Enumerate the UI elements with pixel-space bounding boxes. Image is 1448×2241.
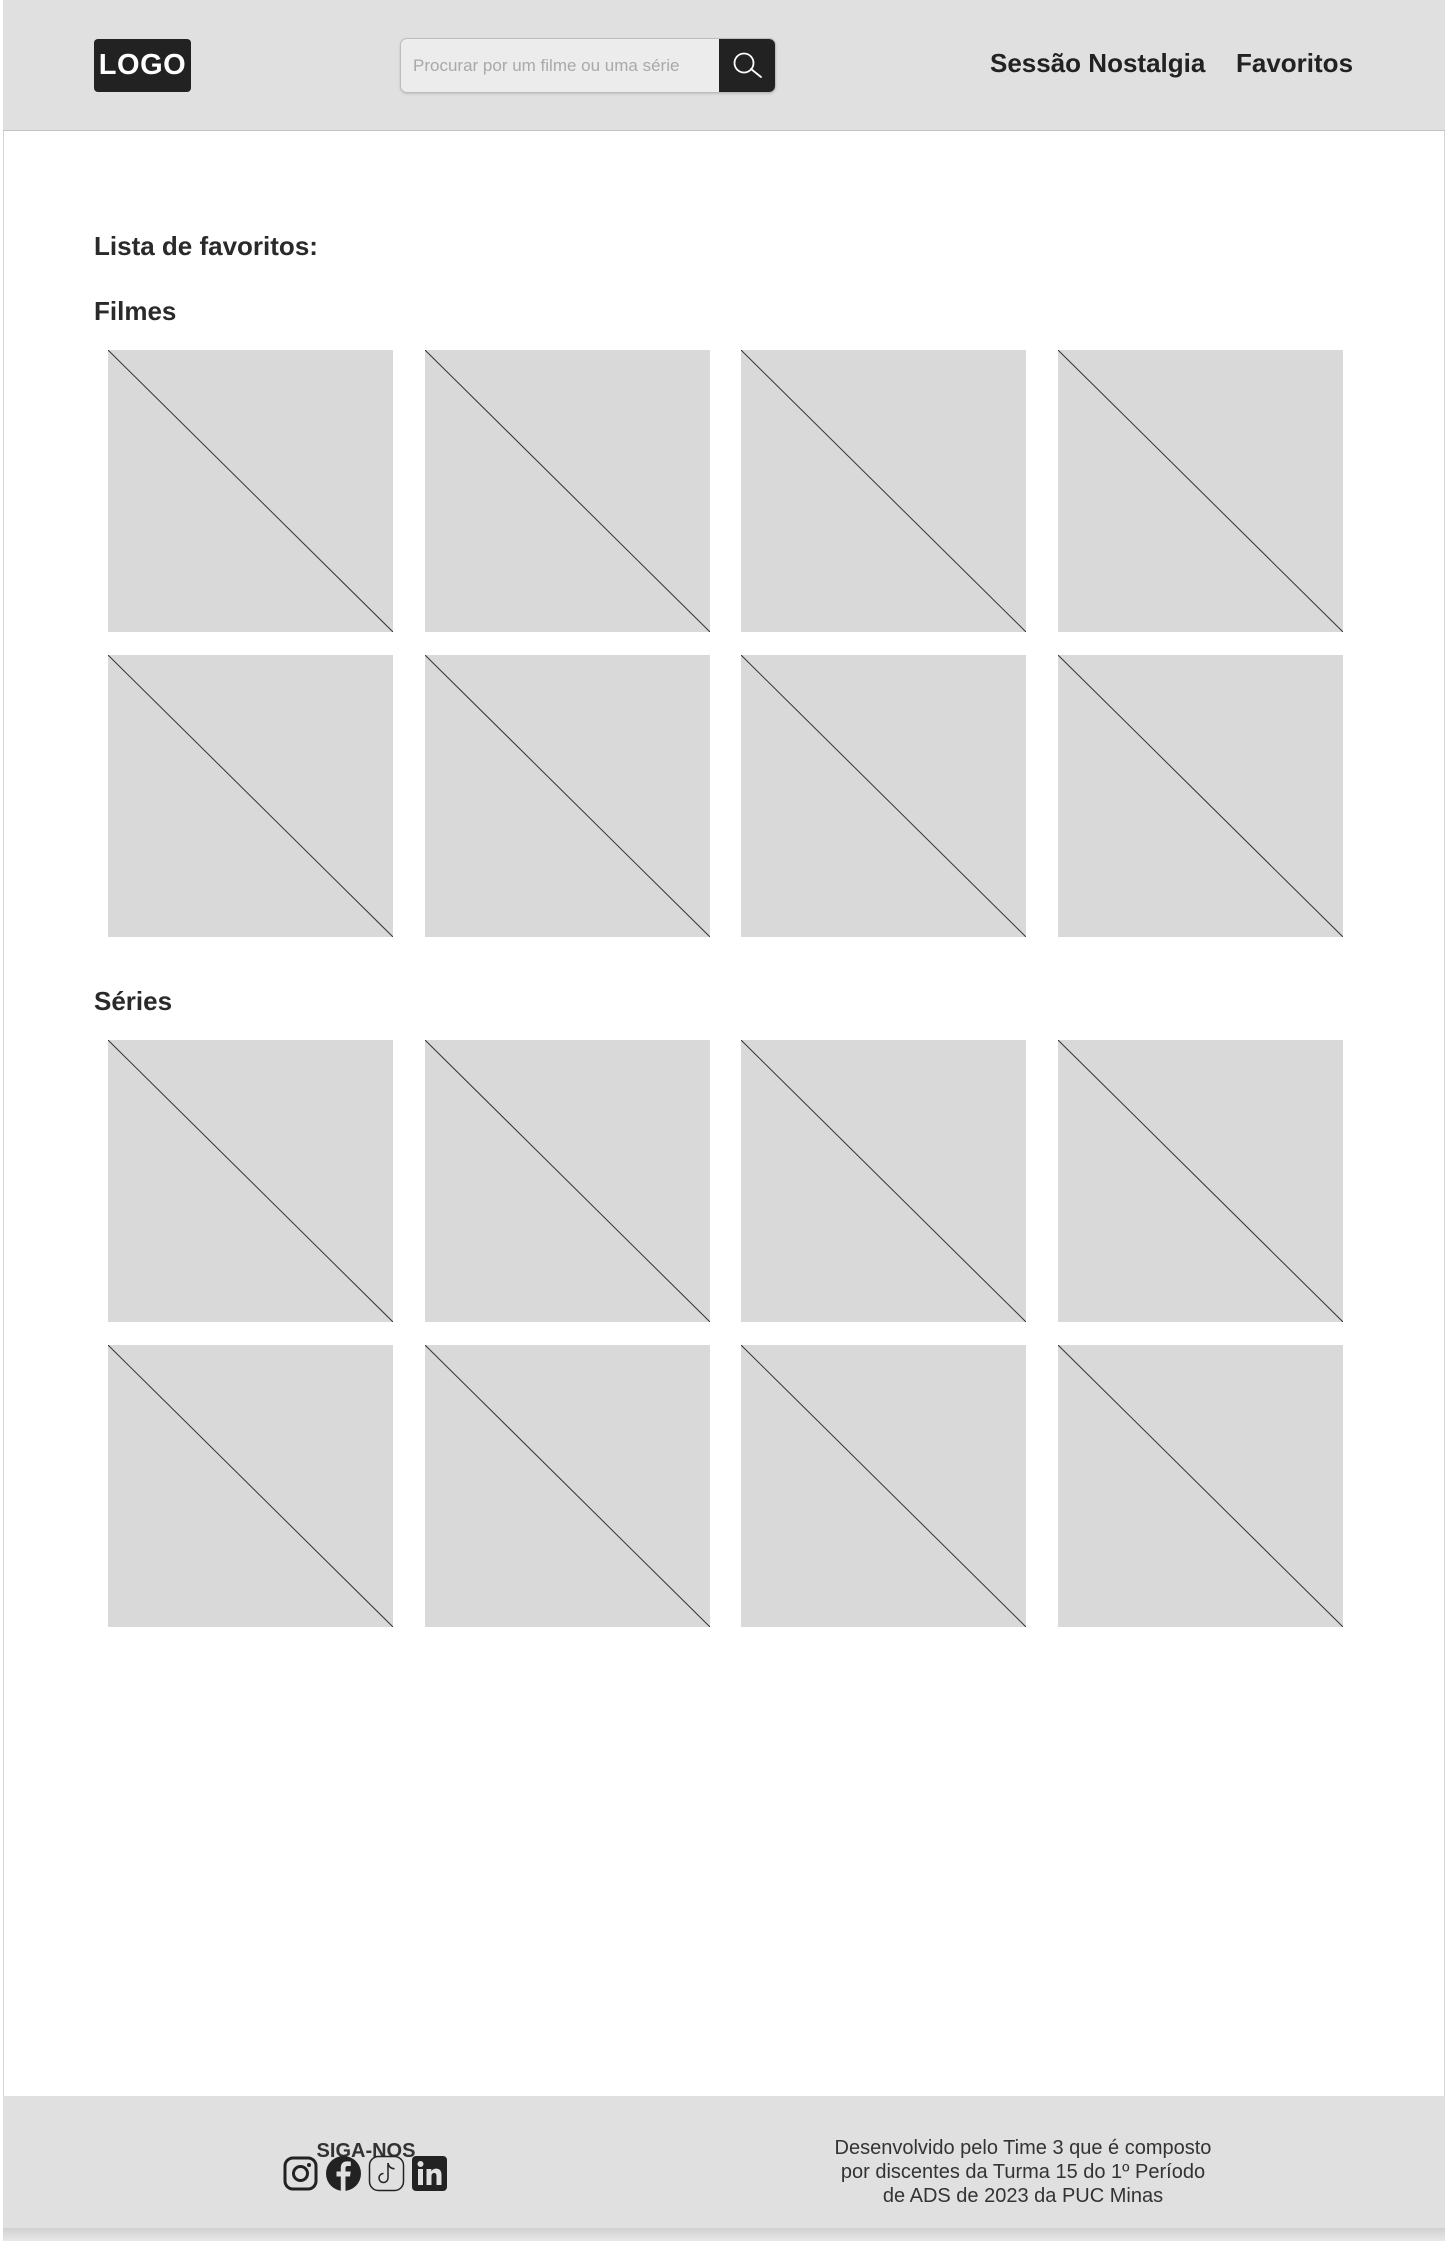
- image-placeholder: [424, 350, 710, 632]
- movie-card[interactable]: [424, 655, 710, 937]
- image-placeholder: [424, 655, 710, 937]
- header: LOGO Sessão Nostalgia Favoritos: [3, 0, 1445, 131]
- credits-line: Desenvolvido pelo Time 3 que é composto: [834, 2137, 1212, 2159]
- search-button[interactable]: [719, 39, 775, 92]
- social-links: [282, 2155, 448, 2192]
- series-card[interactable]: [424, 1040, 710, 1322]
- series-card[interactable]: [108, 1345, 393, 1627]
- facebook-icon[interactable]: [325, 2155, 362, 2192]
- movie-card[interactable]: [108, 350, 393, 632]
- footer: SIGA-NOS Desenvolvido pelo Time 3 que é …: [3, 2096, 1445, 2228]
- credits-text: Desenvolvido pelo Time 3 que é composto …: [793, 2136, 1253, 2208]
- credits-line: por discentes da Turma 15 do 1º Período: [840, 2161, 1206, 2183]
- series-section-title: Séries: [94, 986, 173, 1016]
- series-card[interactable]: [1057, 1040, 1343, 1322]
- image-placeholder: [1057, 1040, 1343, 1322]
- linkedin-icon[interactable]: [411, 2155, 448, 2192]
- movie-card[interactable]: [108, 655, 393, 937]
- instagram-icon[interactable]: [282, 2155, 319, 2192]
- movie-card[interactable]: [741, 655, 1026, 937]
- series-card[interactable]: [108, 1040, 393, 1322]
- nav-link-nostalgia[interactable]: Sessão Nostalgia: [990, 48, 1205, 79]
- image-placeholder: [1057, 350, 1343, 632]
- page-title: Lista de favoritos:: [94, 231, 318, 261]
- search-box: [400, 38, 776, 93]
- image-placeholder: [108, 1040, 393, 1322]
- series-card[interactable]: [741, 1040, 1026, 1322]
- image-placeholder: [741, 1345, 1026, 1627]
- movie-card[interactable]: [1057, 350, 1343, 632]
- movies-section-title: Filmes: [94, 296, 177, 326]
- series-grid: [108, 1040, 1343, 1627]
- image-placeholder: [1057, 655, 1343, 937]
- movie-card[interactable]: [741, 350, 1026, 632]
- image-placeholder: [741, 655, 1026, 937]
- image-placeholder: [108, 1345, 393, 1627]
- series-card[interactable]: [1057, 1345, 1343, 1627]
- search-input[interactable]: [401, 39, 721, 92]
- logo[interactable]: LOGO: [94, 39, 191, 92]
- search-icon: [733, 52, 762, 78]
- image-placeholder: [108, 350, 393, 632]
- image-placeholder: [741, 350, 1026, 632]
- series-card[interactable]: [741, 1345, 1026, 1627]
- image-placeholder: [741, 1040, 1026, 1322]
- image-placeholder: [424, 1040, 710, 1322]
- image-placeholder: [1057, 1345, 1343, 1627]
- image-placeholder: [108, 655, 393, 937]
- page-bottom-edge: [3, 2228, 1445, 2241]
- movie-card[interactable]: [424, 350, 710, 632]
- movie-card[interactable]: [1057, 655, 1343, 937]
- credits-line: de ADS de 2023 da PUC Minas: [882, 2185, 1164, 2207]
- nav-link-favorites[interactable]: Favoritos: [1236, 48, 1353, 79]
- tiktok-icon[interactable]: [368, 2155, 405, 2192]
- series-card[interactable]: [424, 1345, 710, 1627]
- image-placeholder: [424, 1345, 710, 1627]
- movies-grid: [108, 350, 1343, 937]
